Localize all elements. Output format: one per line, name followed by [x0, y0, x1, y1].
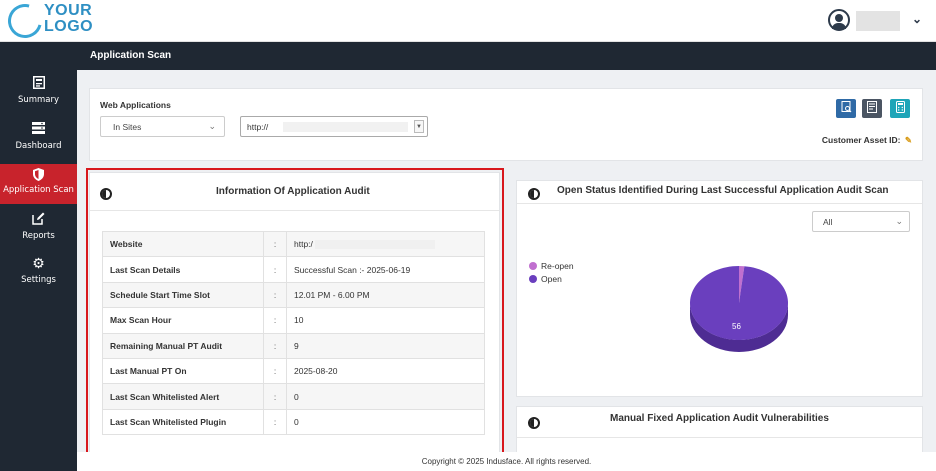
logo-text: YOUR LOGO [44, 3, 93, 35]
sites-select-value: In Sites [113, 122, 142, 132]
page-title: Application Scan [90, 50, 172, 61]
sidebar-item-label: Dashboard [15, 141, 62, 151]
dropdown-caret-icon[interactable]: ▼ [414, 120, 424, 133]
calculator-button[interactable] [890, 99, 910, 118]
open-status-pie-chart: 56 [690, 266, 788, 352]
legend-item-reopen[interactable]: Re-open [529, 261, 574, 271]
logo-line-2: LOGO [44, 18, 94, 35]
legend-label: Open [541, 274, 562, 284]
open-status-title: Open Status Identified During Last Succe… [557, 185, 889, 196]
url-redacted [283, 122, 408, 132]
url-select-value: http:// [247, 122, 269, 132]
page-header: Application Scan [77, 42, 936, 70]
sites-select[interactable]: In Sites ⌄ [100, 116, 225, 137]
sidebar-item-label: Summary [17, 95, 60, 105]
top-bar: YOUR LOGO ⌄ [0, 0, 936, 45]
web-applications-label: Web Applications [100, 100, 171, 110]
sidebar: Summary Dashboard Application Scan Repor… [0, 42, 77, 471]
shield-icon [32, 168, 46, 182]
pie-data-label: 56 [732, 322, 741, 331]
manual-fixed-title: Manual Fixed Application Audit Vulnerabi… [610, 413, 829, 424]
document-button[interactable] [862, 99, 882, 118]
summary-icon [32, 76, 46, 90]
half-circle-icon [528, 188, 540, 200]
half-circle-icon [528, 417, 540, 429]
chevron-down-icon[interactable]: ⌄ [912, 12, 922, 26]
legend-label: Re-open [541, 261, 574, 271]
customer-asset-id-label: Customer Asset ID: [821, 135, 901, 145]
edit-icon [32, 212, 46, 226]
legend-item-open[interactable]: Open [529, 274, 562, 284]
scan-report-button[interactable] [836, 99, 856, 118]
highlight-box [86, 168, 504, 457]
user-avatar-icon[interactable] [828, 9, 850, 31]
divider [517, 437, 922, 438]
footer: Copyright © 2025 Indusface. All rights r… [77, 452, 936, 471]
logo-ring-icon [1, 0, 49, 45]
web-applications-card: Web Applications In Sites ⌄ http:// ▼ Cu… [89, 88, 923, 161]
user-menu[interactable]: ⌄ [828, 9, 924, 33]
legend-swatch [529, 275, 537, 283]
gear-icon: ⚙ [32, 255, 45, 271]
pencil-edit-icon[interactable]: ✎ [905, 135, 912, 146]
chevron-down-icon: ⌄ [208, 121, 216, 131]
sidebar-item-settings[interactable]: ⚙ Settings [0, 256, 77, 300]
user-name-redacted [856, 11, 900, 31]
status-filter-value: All [823, 217, 833, 227]
logo-line-1: YOUR [44, 2, 93, 19]
open-status-card: Open Status Identified During Last Succe… [516, 180, 923, 397]
divider [517, 203, 922, 204]
dashboard-icon [32, 122, 46, 136]
customer-asset-id: Customer Asset ID: ✎ [822, 135, 912, 146]
copyright-text: Copyright © 2025 Indusface. All rights r… [421, 457, 592, 466]
status-filter-select[interactable]: All ⌄ [812, 211, 910, 232]
company-logo[interactable]: YOUR LOGO [1, 0, 98, 45]
sidebar-item-label: Reports [22, 231, 55, 241]
sidebar-item-label: Settings [21, 275, 56, 285]
chevron-down-icon: ⌄ [895, 216, 903, 226]
sidebar-item-dashboard[interactable]: Dashboard [0, 122, 77, 166]
sidebar-item-label: Application Scan [3, 185, 74, 195]
sidebar-item-reports[interactable]: Reports [0, 212, 77, 256]
sidebar-item-application-scan[interactable]: Application Scan [0, 164, 77, 204]
legend-swatch [529, 262, 537, 270]
url-select[interactable]: http:// ▼ [240, 116, 428, 137]
sidebar-item-summary[interactable]: Summary [0, 76, 77, 120]
